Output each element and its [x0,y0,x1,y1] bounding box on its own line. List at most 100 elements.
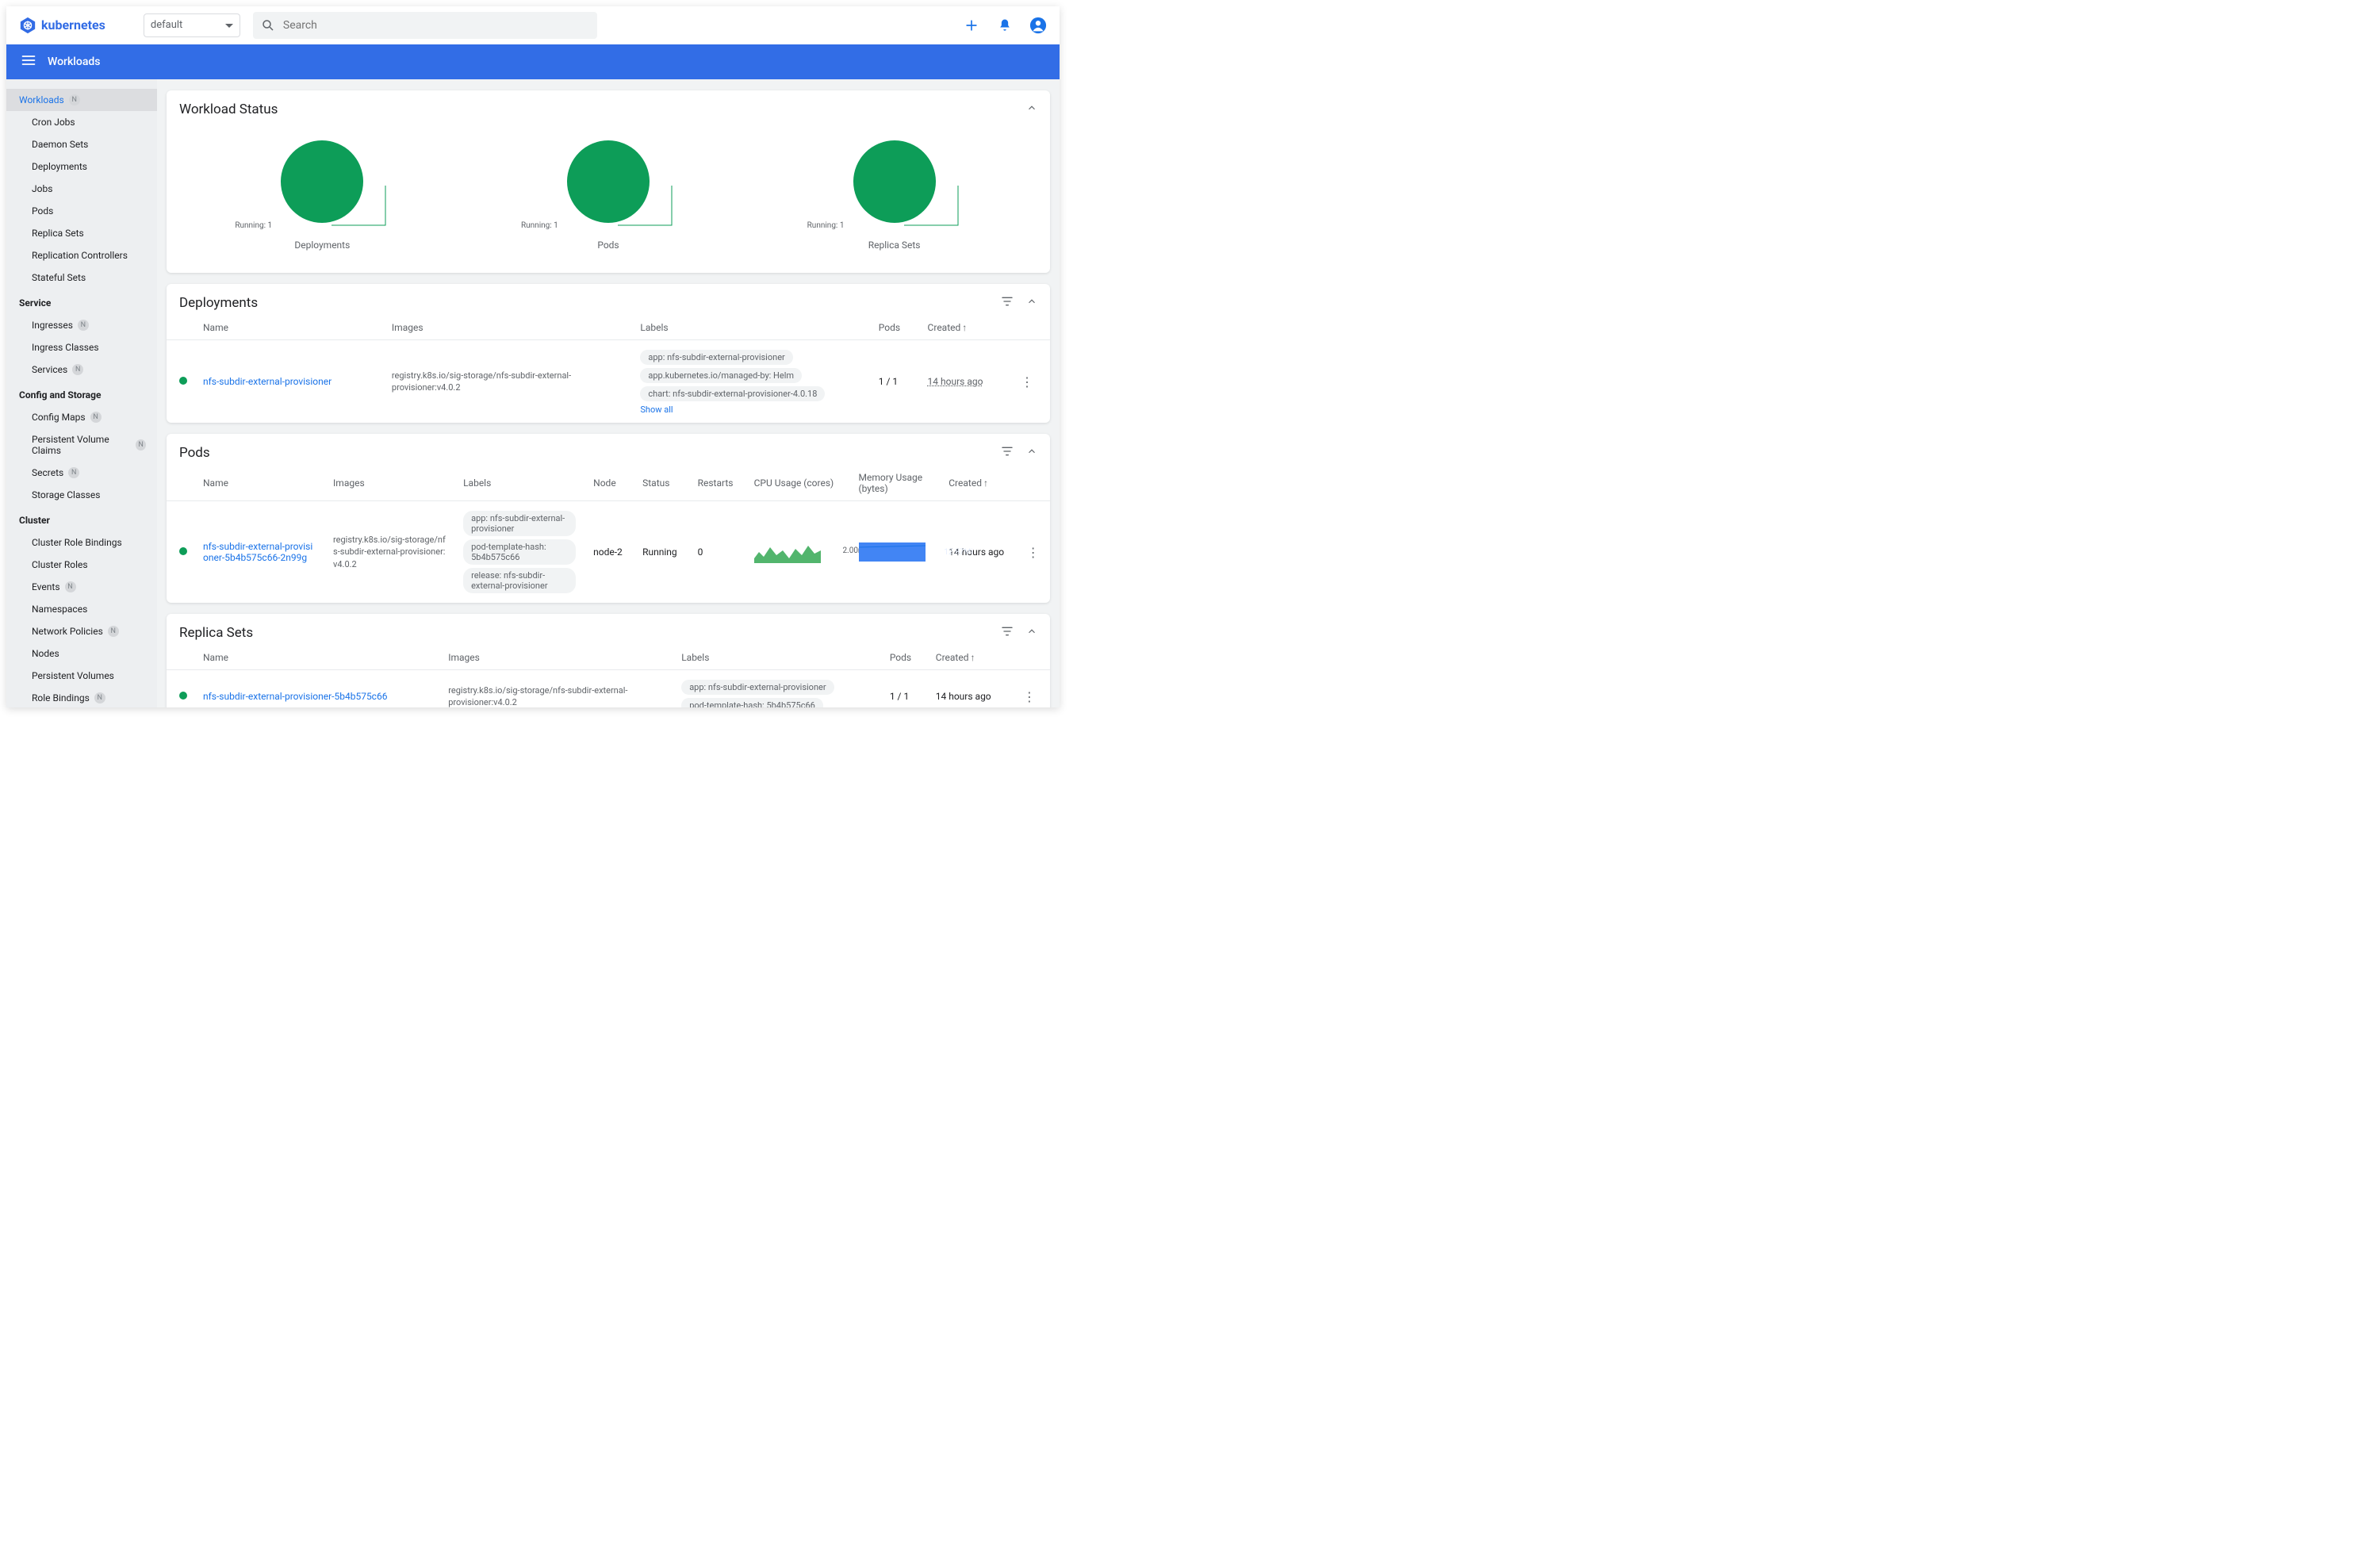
replica-set-name-link[interactable]: nfs-subdir-external-provisioner-5b4b575c… [203,691,387,702]
sidebar-item-label: Cluster Roles [32,559,88,570]
sidebar-item-nodes[interactable]: Nodes [6,642,157,665]
column-pods[interactable]: Pods [882,646,928,670]
sidebar-item-events[interactable]: EventsN [6,576,157,598]
column-labels[interactable]: Labels [673,646,882,670]
namespace-badge: N [72,364,83,375]
sidebar-item-stateful-sets[interactable]: Stateful Sets [6,266,157,289]
sidebar-item-label: Storage Classes [32,489,100,500]
sidebar-item-label: Persistent Volumes [32,670,114,681]
sidebar-item-storage-classes[interactable]: Storage Classes [6,484,157,506]
label-chip: app: nfs-subdir-external-provisioner [640,350,792,365]
notifications-button[interactable] [996,17,1014,34]
sidebar-section-config-storage[interactable]: Config and Storage [6,384,157,406]
column-restarts[interactable]: Restarts [690,466,746,501]
column-pods[interactable]: Pods [871,316,920,340]
column-labels[interactable]: Labels [455,466,585,501]
filter-button[interactable] [1001,295,1014,311]
sidebar-item-role-bindings[interactable]: Role BindingsN [6,687,157,707]
created-time: 14 hours ago [928,376,983,387]
memory-sparkline: 12.87Mi [859,542,926,562]
column-created[interactable]: Created↑ [928,646,1015,670]
chevron-up-icon [1026,102,1037,113]
sidebar-item-pods[interactable]: Pods [6,200,157,222]
image-text: registry.k8s.io/sig-storage/nfs-subdir-e… [448,684,665,707]
column-labels[interactable]: Labels [632,316,870,340]
column-name[interactable]: Name [195,466,325,501]
namespace-badge: N [94,692,105,703]
label-chip: pod-template-hash: 5b4b575c66 [681,698,823,707]
deployments-table: Name Images Labels Pods Created↑ nfs-sub… [167,316,1050,423]
sidebar-section-service[interactable]: Service [6,292,157,314]
pod-name-link[interactable]: nfs-subdir-external-provisioner-5b4b575c… [203,541,312,563]
sidebar-item-label: Ingress Classes [32,342,99,353]
column-name[interactable]: Name [195,646,440,670]
sidebar-item-cron-jobs[interactable]: Cron Jobs [6,111,157,133]
sidebar-item-daemon-sets[interactable]: Daemon Sets [6,133,157,155]
sidebar-item-network-policies[interactable]: Network PoliciesN [6,620,157,642]
sidebar-item-label: Persistent Volume Claims [32,434,131,456]
collapse-button[interactable] [1026,296,1037,310]
collapse-button[interactable] [1026,446,1037,460]
logo[interactable]: kubernetes [19,17,105,34]
sidebar-item-replica-sets[interactable]: Replica Sets [6,222,157,244]
column-images[interactable]: Images [440,646,673,670]
menu-button[interactable] [21,52,36,71]
column-cpu[interactable]: CPU Usage (cores) [746,466,851,501]
filter-button[interactable] [1001,625,1014,641]
column-node[interactable]: Node [585,466,634,501]
user-button[interactable] [1029,17,1047,34]
namespace-selected-value: default [151,19,182,31]
sidebar-item-label: Secrets [32,467,63,478]
sidebar-item-workloads[interactable]: WorkloadsN [6,89,157,111]
sidebar-item-jobs[interactable]: Jobs [6,178,157,200]
deployment-name-link[interactable]: nfs-subdir-external-provisioner [203,376,332,387]
column-images[interactable]: Images [325,466,455,501]
sidebar-item-services[interactable]: ServicesN [6,358,157,381]
sidebar-item-replication-controllers[interactable]: Replication Controllers [6,244,157,266]
column-memory[interactable]: Memory Usage (bytes) [851,466,941,501]
logo-text: kubernetes [41,17,105,33]
sidebar-item-label: Network Policies [32,626,103,637]
table-header-row: Name Images Labels Pods Created↑ [167,316,1050,340]
chart-pods: Running: 1 Pods [537,138,680,251]
column-images[interactable]: Images [384,316,632,340]
row-menu-button[interactable]: ⋮ [1021,374,1033,389]
filter-button[interactable] [1001,445,1014,461]
column-name[interactable]: Name [195,316,384,340]
main-content: Workload Status Running: 1 Deployments [157,79,1060,707]
pods-card: Pods Name Images Labels Node Status Re [167,434,1050,603]
row-menu-button[interactable]: ⋮ [1023,689,1036,704]
deployments-card: Deployments Name Images Labels Pods Crea… [167,284,1050,423]
sidebar-item-persistent-volumes[interactable]: Persistent Volumes [6,665,157,687]
column-status[interactable]: Status [634,466,690,501]
column-created[interactable]: Created↑ [941,466,1018,501]
search-input[interactable] [283,19,589,32]
sidebar-item-secrets[interactable]: SecretsN [6,462,157,484]
sidebar-item-namespaces[interactable]: Namespaces [6,598,157,620]
sidebar-item-label: Stateful Sets [32,272,86,283]
sidebar-item-pvcs[interactable]: Persistent Volume ClaimsN [6,428,157,462]
namespace-badge: N [90,412,102,423]
created-time: 14 hours ago [928,670,1015,708]
row-menu-button[interactable]: ⋮ [1027,545,1040,560]
chart-caption: Running: 1 [235,221,272,230]
callout-line-icon [577,186,680,232]
column-created[interactable]: Created↑ [920,316,1013,340]
show-all-link[interactable]: Show all [640,404,673,415]
sidebar-item-cluster-role-bindings[interactable]: Cluster Role Bindings [6,531,157,554]
namespace-select[interactable]: default [144,13,240,37]
sidebar-item-ingresses[interactable]: IngressesN [6,314,157,336]
collapse-button[interactable] [1026,102,1037,117]
sidebar-item-config-maps[interactable]: Config MapsN [6,406,157,428]
sidebar-section-cluster[interactable]: Cluster [6,509,157,531]
sidebar-item-label: Ingresses [32,320,73,331]
sidebar-item-deployments[interactable]: Deployments [6,155,157,178]
create-button[interactable] [963,17,980,34]
sidebar-item-ingress-classes[interactable]: Ingress Classes [6,336,157,358]
sidebar-item-label: Jobs [32,183,52,194]
pods-count: 1 / 1 [871,340,920,424]
collapse-button[interactable] [1026,626,1037,640]
search-bar[interactable] [253,12,597,39]
column-label: Created [949,477,982,489]
sidebar-item-cluster-roles[interactable]: Cluster Roles [6,554,157,576]
